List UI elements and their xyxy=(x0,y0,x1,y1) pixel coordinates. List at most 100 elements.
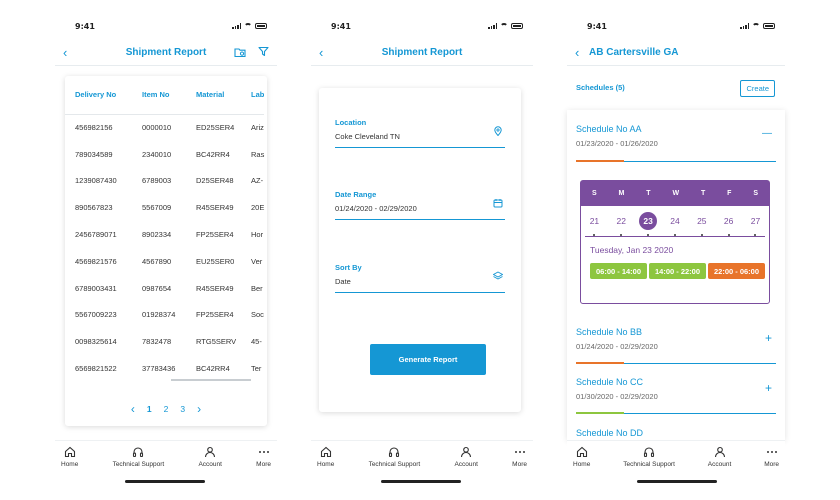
schedule-dates: 01/23/2020 - 01/26/2020 xyxy=(576,139,658,148)
calendar-date[interactable]: 25 xyxy=(693,212,711,236)
calendar-date[interactable]: 21 xyxy=(585,212,603,236)
schedule-name: Schedule No BB xyxy=(576,327,643,337)
table-cell: 2456789071 xyxy=(75,230,117,240)
tab-technical-support-label: Technical Support xyxy=(368,461,421,468)
sort-by-field[interactable]: Sort By Date xyxy=(335,263,505,293)
report-form-card: Location Coke Cleveland TN Date Range 01… xyxy=(319,88,521,412)
create-button[interactable]: Create xyxy=(740,80,775,97)
table-cell: Ber xyxy=(251,283,263,293)
status-bar: 9:41 xyxy=(567,22,785,34)
table-cell: 0098325614 xyxy=(75,337,117,347)
tab-more[interactable]: More xyxy=(256,446,271,490)
table-row[interactable]: 1239087430 6789003 D25SER48 AZ- xyxy=(65,168,264,195)
expand-icon[interactable]: + xyxy=(765,381,772,395)
tab-account[interactable]: Account xyxy=(198,446,222,490)
tab-technical-support[interactable]: Technical Support xyxy=(368,446,421,490)
page-3[interactable]: 3 xyxy=(180,404,185,414)
shipment-report-form-screen: 9:41 ‹ Shipment Report Location Coke Cle… xyxy=(311,0,533,500)
expand-icon[interactable]: + xyxy=(765,331,772,345)
page-2[interactable]: 2 xyxy=(164,404,169,414)
calendar-weekday: T xyxy=(646,190,651,197)
schedule-item-cc[interactable]: Schedule No CC 01/30/2020 - 02/29/2020 + xyxy=(576,377,785,413)
column-header-item-no[interactable]: Item No xyxy=(132,76,186,115)
tab-technical-support[interactable]: Technical Support xyxy=(623,446,675,490)
page-title: AB Cartersville GA xyxy=(589,47,679,58)
prev-page-icon[interactable]: ‹ xyxy=(131,402,135,416)
generate-report-button[interactable]: Generate Report xyxy=(370,344,486,375)
tab-home-label: Home xyxy=(317,461,335,468)
calendar-date[interactable]: 27 xyxy=(746,212,764,236)
table-row[interactable]: 2456789071 8902334 FP25SER4 Hor xyxy=(65,221,264,248)
table-row[interactable]: 0098325614 7832478 RTG5SERV 45- xyxy=(65,328,264,355)
user-icon xyxy=(205,446,216,458)
location-field[interactable]: Location Coke Cleveland TN xyxy=(335,118,505,148)
table-cell: FP25SER4 xyxy=(196,230,234,240)
table-row[interactable]: 6789003431 0987654 R45SER49 Ber xyxy=(65,275,264,302)
back-icon[interactable]: ‹ xyxy=(319,45,323,60)
status-icons xyxy=(488,23,523,29)
calendar-date[interactable]: 22 xyxy=(612,212,630,236)
back-icon[interactable]: ‹ xyxy=(63,45,67,60)
column-header-material[interactable]: Material xyxy=(186,76,241,115)
tab-more[interactable]: More xyxy=(512,446,527,490)
selected-date-label: Tuesday, Jan 23 2020 xyxy=(590,245,674,255)
signal-icon xyxy=(488,23,497,29)
next-page-icon[interactable]: › xyxy=(197,402,201,416)
filter-icon[interactable] xyxy=(258,46,269,57)
column-header-delivery-no[interactable]: Delivery No xyxy=(65,76,132,115)
schedule-item-bb[interactable]: Schedule No BB 01/24/2020 - 02/29/2020 + xyxy=(576,327,785,363)
calendar-date[interactable]: 26 xyxy=(720,212,738,236)
schedule-name: Schedule No DD xyxy=(576,428,644,438)
table-row[interactable]: 890567823 5567009 R45SER49 20E xyxy=(65,194,264,221)
table-cell: 6789003 xyxy=(142,176,172,186)
time-slot-afternoon[interactable]: 14:00 - 22:00 xyxy=(649,263,706,279)
report-folder-icon[interactable] xyxy=(234,46,246,58)
tab-account[interactable]: Account xyxy=(454,446,478,490)
page-1[interactable]: 1 xyxy=(147,404,152,414)
table-cell: Hor xyxy=(251,230,264,240)
battery-icon xyxy=(763,23,775,29)
time-slot-night[interactable]: 22:00 - 06:00 xyxy=(708,263,765,279)
schedule-item-aa[interactable]: Schedule No AA 01/23/2020 - 01/26/2020 — xyxy=(576,124,785,164)
date-range-field[interactable]: Date Range 01/24/2020 - 02/29/2020 xyxy=(335,190,505,220)
tab-home[interactable]: Home xyxy=(573,446,590,490)
table-row[interactable]: 789034589 2340010 BC42RR4 Ras xyxy=(65,141,264,168)
schedule-accent-bar xyxy=(576,412,624,414)
collapse-icon[interactable]: — xyxy=(762,128,772,139)
time-slot-morning[interactable]: 06:00 - 14:00 xyxy=(590,263,647,279)
schedules-count: Schedules (5) xyxy=(576,83,625,92)
back-icon[interactable]: ‹ xyxy=(575,45,579,60)
table-row[interactable]: 4569821576 4567890 EU25SER0 Ver xyxy=(65,248,264,275)
report-table: Delivery No Item No Material Lab 4569821… xyxy=(65,76,265,382)
schedule-dates: 01/30/2020 - 02/29/2020 xyxy=(576,392,658,401)
calendar-date[interactable]: 24 xyxy=(666,212,684,236)
tab-more[interactable]: More xyxy=(764,446,779,490)
table-row[interactable]: 6569821522 37783436 BC42RR4 Ter xyxy=(65,355,264,382)
table-cell: RTG5SERV xyxy=(196,337,237,347)
table-cell: 0987654 xyxy=(142,283,172,293)
schedule-accent-bar xyxy=(576,160,624,162)
horizontal-scrollbar[interactable] xyxy=(171,379,251,381)
wifi-icon xyxy=(244,23,252,29)
table-row[interactable]: 456982156 0000010 ED25SER4 Ariz xyxy=(65,114,264,141)
status-time: 9:41 xyxy=(587,22,607,31)
status-icons xyxy=(232,23,267,29)
status-time: 9:41 xyxy=(75,22,95,31)
tab-home-label: Home xyxy=(61,461,79,468)
battery-icon xyxy=(255,23,267,29)
table-row[interactable]: 5567009223 01928374 FP25SER4 Soc xyxy=(65,302,264,329)
location-label: Location xyxy=(335,118,367,127)
location-value: Coke Cleveland TN xyxy=(335,132,400,141)
tab-technical-support[interactable]: Technical Support xyxy=(113,446,164,490)
table-cell: 20E xyxy=(251,203,265,213)
tab-home[interactable]: Home xyxy=(61,446,78,490)
tab-home[interactable]: Home xyxy=(317,446,334,490)
tab-more-label: More xyxy=(512,461,527,468)
table-cell: R45SER49 xyxy=(196,283,234,293)
tab-account[interactable]: Account xyxy=(708,446,731,490)
table-cell: Ariz xyxy=(251,123,264,133)
calendar-date[interactable]: 23 xyxy=(639,212,658,236)
column-header-lab[interactable]: Lab xyxy=(241,76,265,115)
table-cell: 1239087430 xyxy=(75,176,117,186)
schedule-item-dd[interactable]: Schedule No DD xyxy=(576,428,785,440)
